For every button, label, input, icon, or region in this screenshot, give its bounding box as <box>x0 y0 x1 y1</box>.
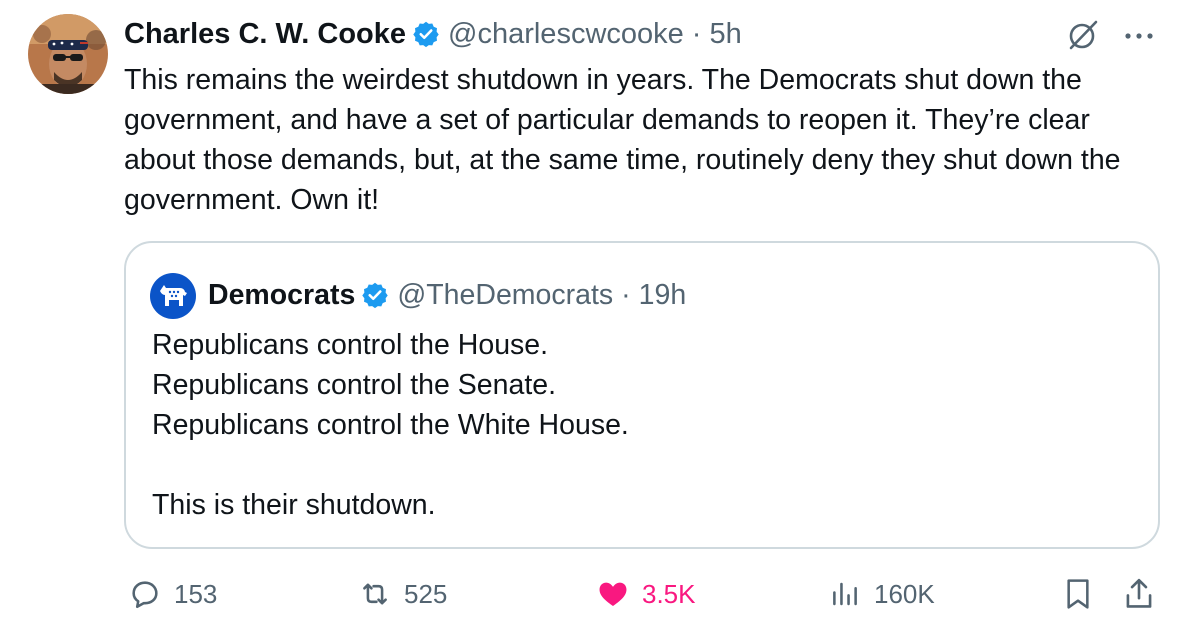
reply-count: 153 <box>174 578 218 609</box>
tweet-header: Charles C. W. Cooke @charlescwcooke · 5h <box>124 14 742 54</box>
bookmark-icon[interactable] <box>1062 576 1094 617</box>
verified-badge-icon <box>412 20 440 48</box>
separator-dot: · <box>691 17 702 50</box>
repost-count: 525 <box>404 578 448 609</box>
quote-line: Republicans control the House. <box>152 329 549 361</box>
views-button[interactable]: 160K <box>828 572 935 616</box>
heart-icon <box>599 582 627 607</box>
quote-line: Republicans control the Senate. <box>152 369 557 401</box>
quote-line <box>152 445 1132 485</box>
separator-dot: · <box>621 278 631 311</box>
tweet-time[interactable]: 5h <box>709 18 741 51</box>
verified-badge-icon <box>361 281 389 309</box>
quote-author-name[interactable]: Democrats <box>208 279 355 312</box>
author-avatar[interactable] <box>28 14 108 94</box>
views-icon <box>833 582 857 606</box>
more-icon[interactable] <box>1122 24 1156 48</box>
author-handle[interactable]: @charlescwcooke <box>448 18 684 51</box>
share-icon[interactable] <box>1122 576 1156 617</box>
author-name[interactable]: Charles C. W. Cooke <box>124 18 406 51</box>
democrats-avatar[interactable] <box>150 273 196 319</box>
quote-line: This is their shutdown. <box>152 489 436 521</box>
quoted-tweet-card[interactable]: Democrats @TheDemocrats · 19h Republican… <box>124 241 1160 549</box>
reply-button[interactable]: 153 <box>128 572 217 616</box>
quote-text: Republicans control the House. Republica… <box>152 325 1132 525</box>
like-count: 3.5K <box>642 578 696 609</box>
action-bar: 153 525 3.5K 160K <box>0 572 1186 616</box>
quote-line: Republicans control the White House. <box>152 409 629 441</box>
repost-icon <box>363 583 387 605</box>
quote-time[interactable]: 19h <box>639 279 687 312</box>
reply-icon <box>132 581 158 609</box>
quote-header: Democrats @TheDemocrats · 19h <box>208 275 686 315</box>
repost-button[interactable]: 525 <box>358 572 447 616</box>
tweet-text: This remains the weirdest shutdown in ye… <box>124 64 1121 216</box>
quote-author-handle[interactable]: @TheDemocrats <box>397 279 613 312</box>
like-button[interactable]: 3.5K <box>596 572 696 616</box>
grok-icon[interactable] <box>1066 18 1100 52</box>
views-count: 160K <box>874 578 935 609</box>
